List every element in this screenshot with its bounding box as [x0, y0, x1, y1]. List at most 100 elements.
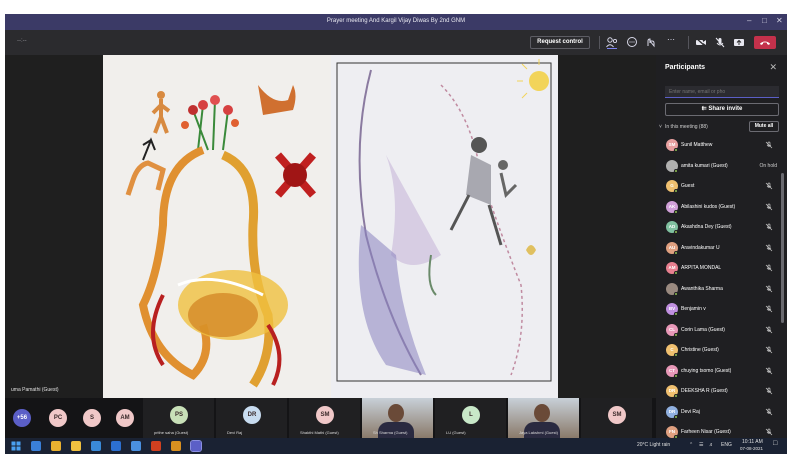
in-meeting-section[interactable]: ˅ In this meeting (88) Mute all — [659, 121, 779, 134]
clock-date[interactable]: 07-08-2021 — [740, 446, 763, 451]
reactions-icon[interactable] — [644, 36, 658, 49]
participant-row[interactable]: DR Devi Raj — [656, 402, 787, 423]
teams-icon[interactable] — [190, 440, 202, 452]
participant-row[interactable]: Awanthika Sharma — [656, 279, 787, 300]
network-icon[interactable]: ☰ — [699, 442, 703, 448]
panel-scrollbar[interactable] — [781, 173, 784, 323]
participant-row[interactable]: AK Abilashini kudos (Guest) — [656, 197, 787, 218]
leave-button[interactable] — [754, 36, 776, 49]
call-timer: --:-- — [17, 38, 27, 44]
participant-tile[interactable]: PS prithe saha (Guest) — [143, 398, 214, 438]
avatar: L — [462, 406, 480, 424]
share-invite-label: Share invite — [708, 106, 743, 112]
avatar: SM — [608, 406, 626, 424]
participant-row[interactable]: CL Corin Lama (Guest) — [656, 320, 787, 341]
windows-start-icon[interactable] — [11, 441, 21, 451]
participant-tile[interactable]: SM — [581, 398, 652, 438]
mic-muted-icon — [765, 203, 773, 210]
participant-row[interactable]: CT chuying tsomo (Guest) — [656, 361, 787, 382]
share-screen-icon[interactable] — [732, 36, 746, 49]
participant-row[interactable]: C Christine (Guest) — [656, 340, 787, 361]
mic-muted-icon — [765, 182, 773, 190]
participant-name: Akashdna Dey (Guest) — [681, 224, 732, 230]
maximize-icon[interactable]: □ — [762, 16, 767, 25]
participant-row[interactable]: BV Benjamin v — [656, 299, 787, 320]
close-panel-icon[interactable]: ✕ — [769, 62, 777, 73]
participant-row[interactable]: AD Akashdna Dey (Guest) — [656, 217, 787, 238]
participants-panel: Participants ✕ ⇇ Share invite ˅ In this … — [656, 55, 787, 439]
participants-icon[interactable] — [605, 36, 619, 49]
video-person-silhouette — [388, 404, 404, 422]
store-icon[interactable] — [131, 441, 141, 451]
participant-tile[interactable]: Sh Sharma (Guest) — [362, 398, 433, 438]
mic-muted-icon — [765, 428, 773, 436]
section-label: In this meeting (88) — [665, 124, 708, 130]
file-explorer-icon[interactable] — [71, 441, 81, 451]
small-avatar[interactable]: PC — [49, 409, 67, 427]
participant-tile[interactable]: DR Devi Raj — [216, 398, 287, 438]
mic-muted-icon — [765, 326, 773, 333]
participant-tile[interactable]: Jaya Lakshmi (Guest) — [508, 398, 579, 438]
chat-icon[interactable] — [625, 36, 639, 49]
participant-row[interactable]: DR DEEKSHA R (Guest) — [656, 381, 787, 402]
participant-row[interactable]: amita kumari (Guest) On hold — [656, 156, 787, 177]
video-gallery: +56 PC S AM PS prithe saha (Guest) DR Devi … — [5, 398, 656, 438]
clock-time[interactable]: 10:11 AM — [742, 439, 763, 445]
tile-name: prithe saha (Guest) — [154, 430, 189, 435]
mail-icon[interactable] — [91, 441, 101, 451]
mic-muted-icon — [765, 408, 773, 415]
mic-muted-icon — [765, 285, 773, 292]
more-options-icon[interactable]: ⋯ — [667, 35, 675, 44]
minimize-icon[interactable]: – — [747, 16, 751, 25]
shared-screen — [103, 55, 558, 398]
participant-row[interactable]: SM Sunil Matthew — [656, 135, 787, 156]
app-icon[interactable] — [151, 441, 161, 451]
language-indicator[interactable]: ENG — [721, 442, 732, 448]
participant-name: amita kumari (Guest) — [681, 162, 728, 169]
folder-icon[interactable] — [171, 441, 181, 451]
notifications-icon[interactable]: □ — [773, 440, 777, 447]
request-control-button[interactable]: Request control — [530, 36, 590, 49]
presence-dot — [674, 209, 678, 214]
mic-muted-icon — [765, 264, 773, 272]
participant-tile[interactable]: L LU (Guest) — [435, 398, 506, 438]
tray-chevron-icon[interactable]: ⌃ — [689, 442, 693, 448]
dropbox-icon[interactable] — [111, 441, 121, 451]
participant-tile[interactable]: SM Shakthi Mathi (Guest) — [289, 398, 360, 438]
video-person-silhouette — [534, 404, 550, 422]
chevron-down-icon: ˅ — [659, 124, 662, 130]
presence-dot — [674, 332, 678, 337]
mic-muted-icon — [765, 346, 773, 354]
mic-off-icon[interactable] — [713, 36, 727, 49]
participant-row[interactable]: G Guest — [656, 176, 787, 197]
edge-icon[interactable] — [31, 441, 41, 451]
participant-status: On hold — [759, 162, 777, 169]
small-avatar[interactable]: AM — [116, 409, 134, 427]
small-avatar[interactable]: S — [83, 409, 101, 427]
close-window-icon[interactable]: ✕ — [776, 16, 783, 25]
presence-dot — [674, 189, 678, 193]
presence-dot — [674, 230, 678, 234]
participant-row[interactable]: AU Aravindakumar U — [656, 238, 787, 259]
participant-search-input[interactable] — [665, 86, 779, 98]
toolbar-divider — [688, 36, 689, 49]
presence-dot — [674, 394, 678, 398]
mic-muted-icon — [765, 244, 773, 251]
camera-off-icon[interactable] — [694, 36, 708, 49]
participant-row[interactable]: AM ARPITA MONDAL — [656, 258, 787, 279]
title-bar: Prayer meeting And Kargil Vijay Diwas By… — [5, 14, 787, 30]
weather-text[interactable]: 20°C Light rain — [637, 442, 670, 448]
tile-name: Devi Raj — [227, 430, 243, 435]
share-invite-button[interactable]: ⇇ Share invite — [665, 103, 779, 116]
mic-muted-icon — [765, 367, 773, 374]
mute-all-button[interactable]: Mute all — [749, 121, 779, 132]
avatar: DR — [243, 406, 261, 424]
presence-dot — [674, 291, 678, 296]
participant-name: Abilashini kudos (Guest) — [681, 203, 736, 210]
overflow-count-badge[interactable]: +56 — [13, 409, 31, 427]
participant-name: Benjamin v — [681, 306, 706, 312]
volume-icon[interactable]: ♬ — [709, 442, 714, 448]
mic-muted-icon — [765, 387, 773, 395]
chrome-icon[interactable] — [51, 441, 61, 451]
participant-name: Sunil Matthew — [681, 142, 713, 148]
